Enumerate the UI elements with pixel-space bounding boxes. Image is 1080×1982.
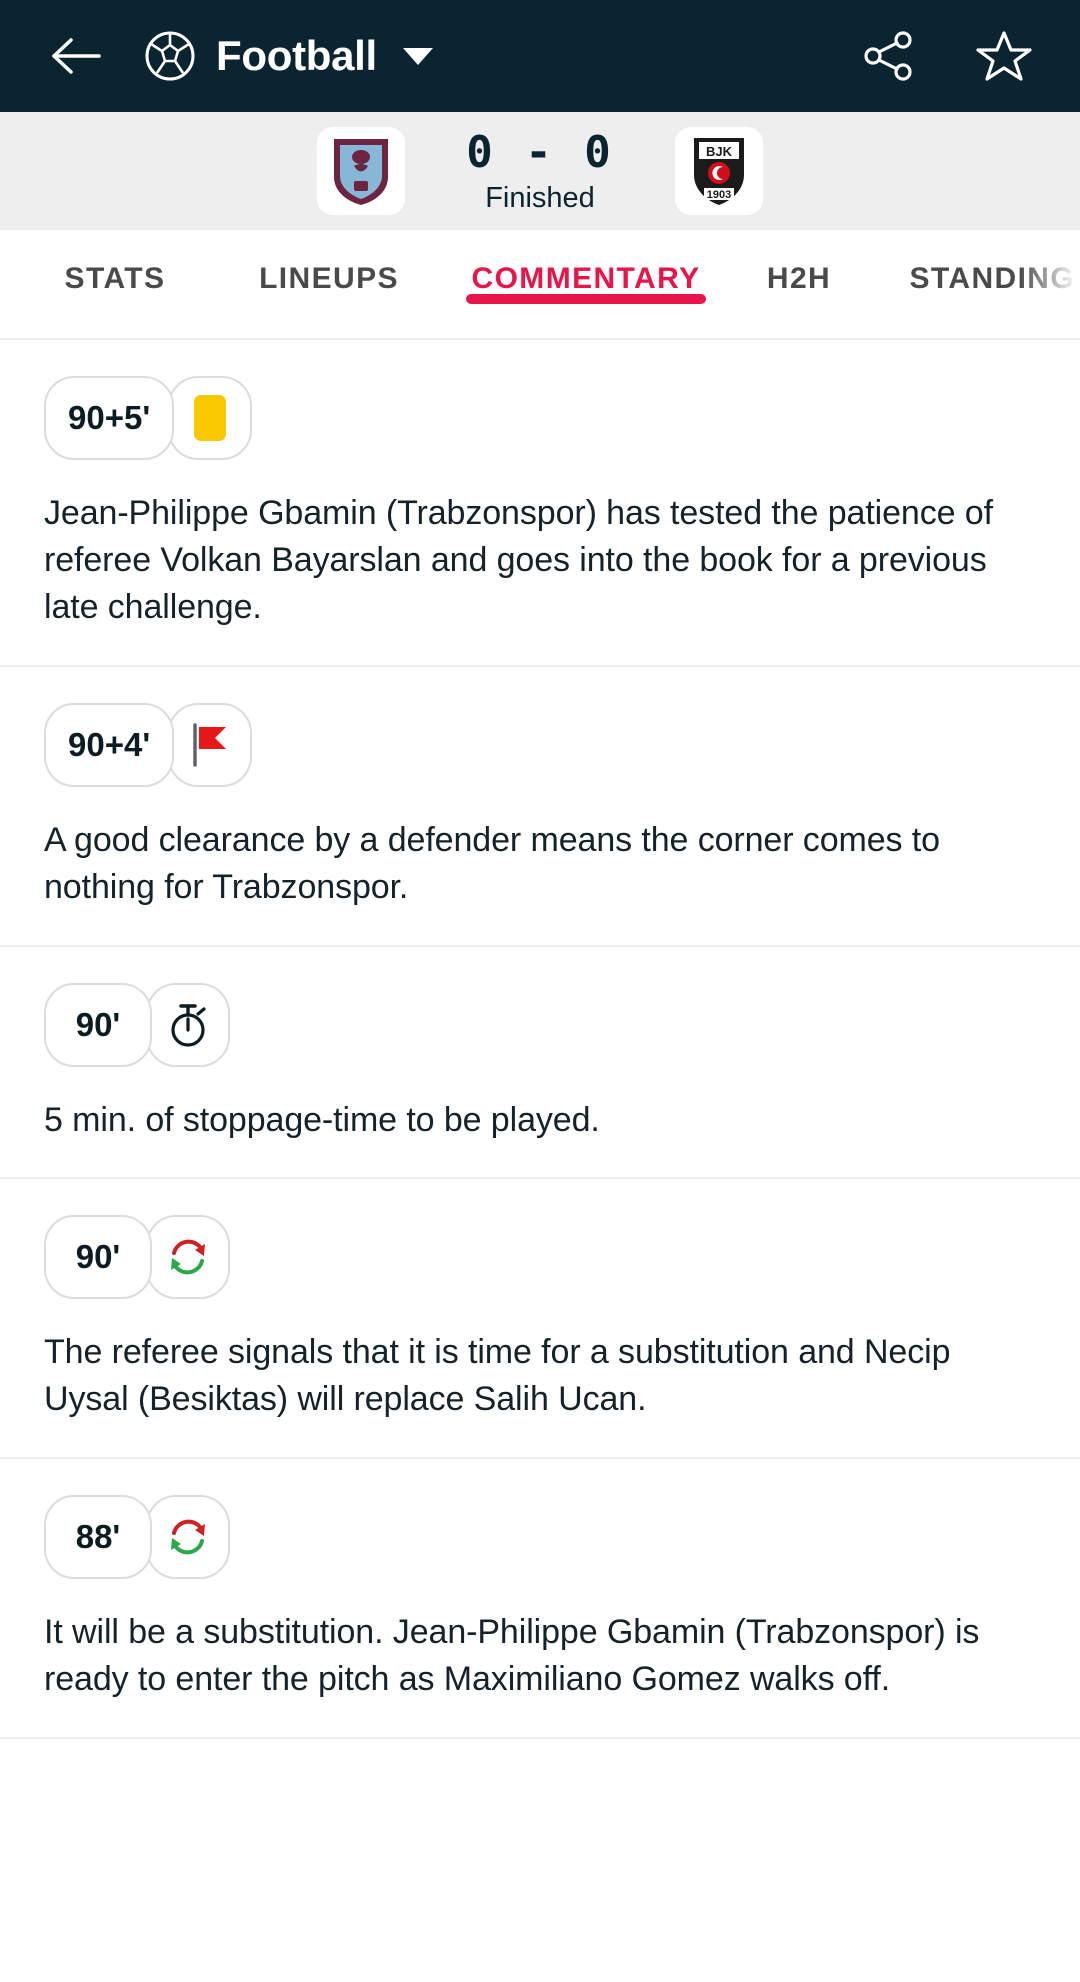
share-button[interactable] (856, 24, 920, 88)
sport-selector[interactable]: Football (144, 30, 433, 82)
commentary-text: A good clearance by a defender means the… (44, 820, 940, 906)
commentary-badges: 90+5' (44, 376, 1036, 460)
commentary-text: 5 min. of stoppage-time to be played. (44, 1100, 600, 1139)
match-status: Finished (485, 182, 595, 214)
tab-standings[interactable]: STANDINGS (898, 230, 1080, 296)
besiktas-crest-icon: BJK 1903 (694, 138, 744, 205)
back-button[interactable] (44, 24, 108, 88)
arrow-left-icon (52, 38, 101, 74)
tab-commentary[interactable]: COMMENTARY (466, 230, 706, 304)
share-icon (864, 31, 912, 81)
tab-lineups[interactable]: LINEUPS (234, 230, 424, 296)
commentary-badges: 90' (44, 1215, 1036, 1300)
svg-text:1903: 1903 (707, 189, 731, 201)
commentary-time: 90' (44, 982, 152, 1067)
commentary-icon-wrap (146, 1495, 230, 1580)
score-block: 0 - 0 Finished (405, 127, 675, 215)
trabzonspor-crest-icon (334, 139, 388, 205)
commentary-text: Jean-Philippe Gbamin (Trabzonspor) has t… (44, 494, 993, 626)
commentary-badges: 88' (44, 1495, 1036, 1580)
app-bar: Football (0, 0, 1080, 112)
chevron-down-icon (402, 47, 433, 65)
yellow-card-icon (194, 395, 227, 441)
favorite-button[interactable] (972, 24, 1036, 88)
tab-bar: STATS LINEUPS COMMENTARY H2H STANDINGS (0, 230, 1080, 340)
commentary-time: 88' (44, 1495, 152, 1580)
commentary-badges: 90+4' (44, 702, 1036, 787)
commentary-icon-wrap (146, 1215, 230, 1300)
commentary-time: 90+5' (44, 376, 175, 460)
corner-flag-icon (193, 723, 227, 767)
tab-h2h[interactable]: H2H (744, 230, 854, 296)
commentary-item[interactable]: 88' It will be a substitution. Jean-Phil… (0, 1459, 1080, 1740)
away-team-logo[interactable]: BJK 1903 (675, 127, 763, 215)
app-bar-left-group: Football (44, 24, 433, 88)
commentary-item[interactable]: 90+5' Jean-Philippe Gbamin (Trabzonspor)… (0, 340, 1080, 667)
sport-title: Football (216, 32, 377, 79)
score-value: 0 - 0 (466, 127, 614, 178)
score-header: 0 - 0 Finished BJK 1903 (0, 112, 1080, 230)
home-team-logo[interactable] (317, 127, 405, 215)
commentary-icon-wrap (168, 376, 253, 460)
substitution-icon (171, 1240, 205, 1275)
commentary-badges: 90' (44, 982, 1036, 1067)
commentary-item[interactable]: 90+4' A good clearance by a defender mea… (0, 667, 1080, 947)
football-icon (145, 31, 195, 81)
commentary-text: The referee signals that it is time for … (44, 1333, 951, 1419)
commentary-text: It will be a substitution. Jean-Philippe… (44, 1613, 980, 1699)
commentary-item[interactable]: 90' The referee signals that it is time … (0, 1179, 1080, 1460)
tab-stats[interactable]: STATS (40, 230, 190, 296)
substitution-icon (171, 1519, 205, 1555)
stopwatch-icon (171, 1003, 206, 1047)
star-icon (976, 31, 1032, 81)
commentary-icon-wrap (146, 982, 230, 1067)
commentary-item[interactable]: 90' 5 min. of stoppage-time to be played… (0, 947, 1080, 1180)
app-bar-actions (856, 24, 1036, 88)
commentary-time: 90+4' (44, 702, 175, 787)
commentary-list: 90+5' Jean-Philippe Gbamin (Trabzonspor)… (0, 340, 1080, 1740)
commentary-icon-wrap (168, 702, 253, 787)
svg-text:BJK: BJK (706, 144, 733, 159)
commentary-time: 90' (44, 1215, 152, 1300)
